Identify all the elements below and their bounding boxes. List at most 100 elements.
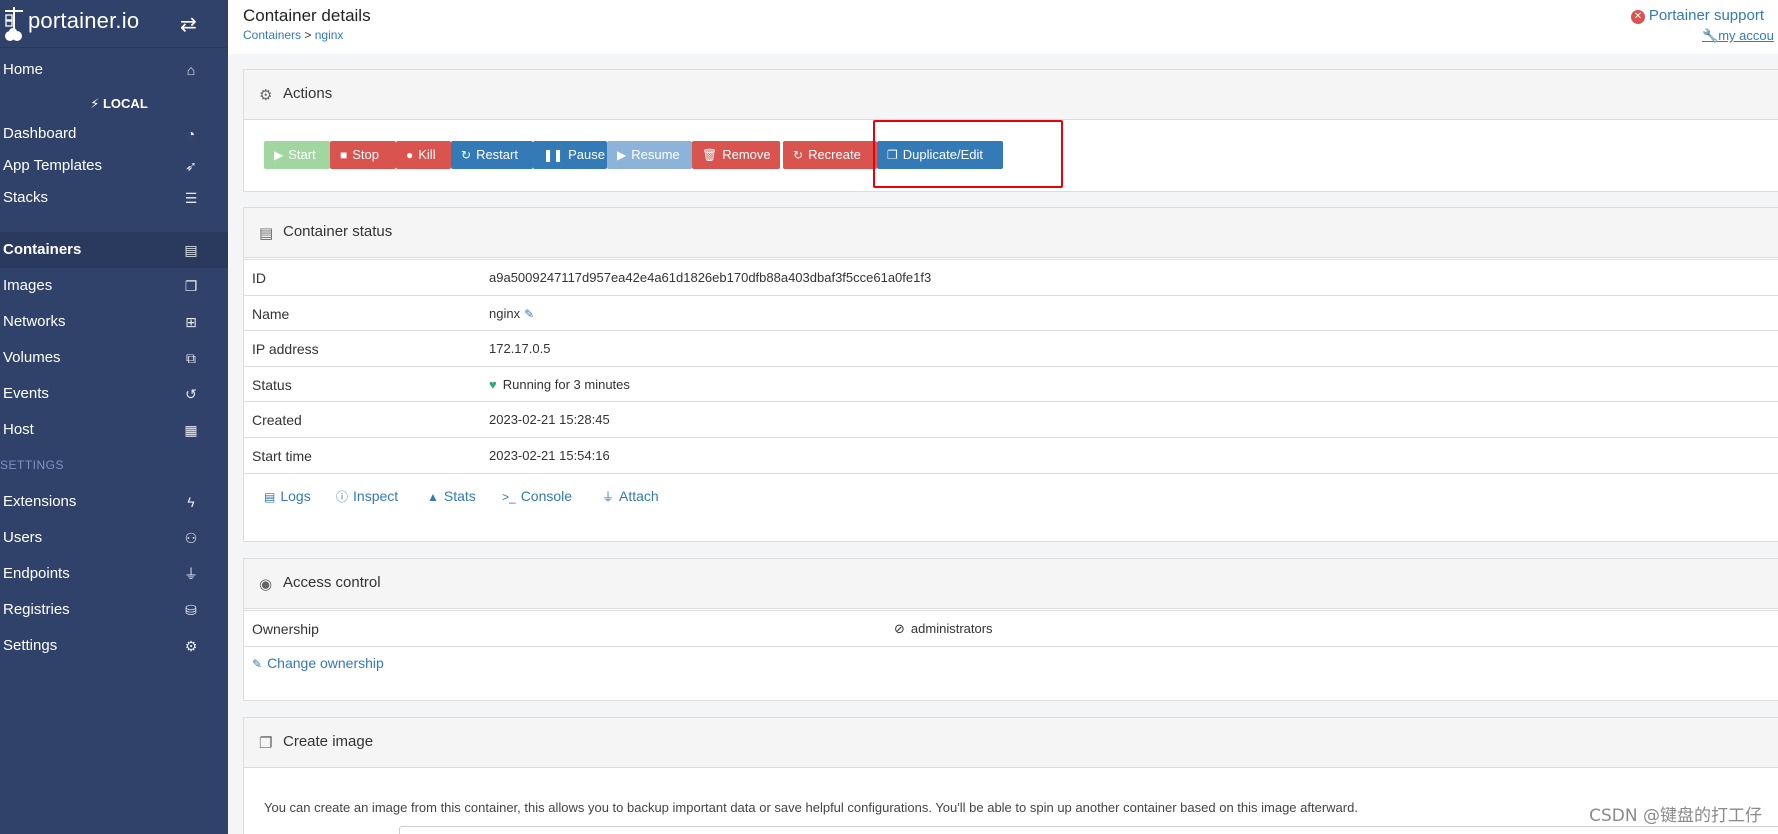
wrench-icon: 🔧 bbox=[1702, 28, 1719, 43]
sidebar-item-label: Extensions bbox=[3, 493, 77, 510]
sidebar-item-host[interactable]: Host ▦ bbox=[0, 412, 228, 448]
access-control-panel: ◉ Access control Ownership ⊘ administrato… bbox=[243, 558, 1778, 701]
sidebar-item-stacks[interactable]: Stacks ☰ bbox=[0, 180, 228, 216]
created-label: Created bbox=[252, 412, 302, 428]
edit-icon: ✎ bbox=[252, 657, 263, 671]
stop-button[interactable]: ■ Stop bbox=[330, 141, 396, 169]
kill-button[interactable]: ● Kill bbox=[396, 141, 451, 169]
settings-heading: SETTINGS bbox=[0, 458, 65, 472]
page-header: Container details Containers > nginx ✕ Po… bbox=[228, 0, 1778, 54]
cubes-icon: ⧉ bbox=[186, 350, 196, 366]
portainer-logo-icon bbox=[5, 7, 23, 41]
sidebar-item-label: Events bbox=[3, 385, 49, 402]
sidebar: portainer.io ⇄ Home ⌂ ⚡ LOCAL Dashboard … bbox=[0, 0, 228, 834]
plug-icon: ⚡ bbox=[90, 96, 100, 111]
breadcrumb-current[interactable]: nginx bbox=[315, 28, 344, 42]
clone-icon: ❐ bbox=[259, 735, 273, 752]
sidebar-item-settings[interactable]: Settings ⚙ bbox=[0, 628, 228, 664]
pause-button[interactable]: ❚❚ Pause bbox=[533, 141, 607, 169]
table-row: Start time 2023-02-21 15:54:16 bbox=[244, 437, 1778, 473]
create-image-panel: ❐ Create image You can create an image f… bbox=[243, 717, 1778, 834]
attach-link[interactable]: ⏚ Attach bbox=[602, 488, 659, 505]
table-row: Status ♥ Running for 3 minutes bbox=[244, 366, 1778, 402]
brand[interactable]: portainer.io ⇄ bbox=[0, 0, 228, 48]
created-value: 2023-02-21 15:28:45 bbox=[489, 412, 610, 427]
play-icon: ▶ bbox=[617, 148, 627, 162]
database-icon: ⛁ bbox=[185, 602, 197, 618]
sidebar-item-registries[interactable]: Registries ⛁ bbox=[0, 592, 228, 628]
create-image-panel-header: ❐ Create image bbox=[244, 718, 1778, 768]
th-list-icon: ☰ bbox=[184, 190, 198, 206]
recreate-button[interactable]: ↻ Recreate bbox=[783, 141, 877, 169]
rocket-icon: ➶ bbox=[185, 158, 197, 174]
name-value: nginx ✎ bbox=[489, 306, 535, 321]
table-row: Ownership ⊘ administrators bbox=[244, 610, 1778, 646]
my-account-link[interactable]: 🔧my accou bbox=[1702, 28, 1774, 44]
bomb-icon: ● bbox=[406, 148, 414, 162]
sidebar-item-home[interactable]: Home ⌂ bbox=[0, 52, 228, 88]
sidebar-item-containers[interactable]: Containers ▤ bbox=[0, 232, 228, 268]
breadcrumb-separator: > bbox=[304, 28, 312, 42]
sidebar-item-label: Dashboard bbox=[3, 125, 77, 142]
refresh-icon: ↻ bbox=[461, 148, 472, 162]
stop-icon: ■ bbox=[340, 148, 348, 162]
inspect-link[interactable]: ⓘ Inspect bbox=[336, 488, 398, 505]
sidebar-item-events[interactable]: Events ↺ bbox=[0, 376, 228, 412]
table-row: IP address 172.17.0.5 bbox=[244, 330, 1778, 366]
remove-button[interactable]: 🗑 Remove bbox=[692, 141, 780, 169]
sidebar-item-images[interactable]: Images ❐ bbox=[0, 268, 228, 304]
id-label: ID bbox=[252, 270, 266, 286]
sidebar-item-networks[interactable]: Networks ⊞ bbox=[0, 304, 228, 340]
home-icon: ⌂ bbox=[186, 62, 196, 78]
highlight-annotation bbox=[873, 120, 1063, 188]
file-text-icon: ▤ bbox=[264, 490, 276, 504]
console-link[interactable]: >_ Console bbox=[502, 488, 572, 504]
sidebar-item-label: Images bbox=[3, 277, 53, 294]
create-image-description: You can create an image from this contai… bbox=[264, 800, 1358, 815]
sidebar-item-users[interactable]: Users ⚇ bbox=[0, 520, 228, 556]
sidebar-item-endpoints[interactable]: Endpoints ⏚ bbox=[0, 556, 228, 592]
plug-icon: ⏚ bbox=[602, 490, 615, 504]
endpoint-label: ⚡ LOCAL bbox=[90, 96, 148, 111]
history-icon: ↺ bbox=[185, 386, 197, 402]
sidebar-toggle-icon[interactable]: ⇄ bbox=[180, 12, 197, 37]
breadcrumb-containers-link[interactable]: Containers bbox=[243, 28, 301, 42]
info-circle-icon: ⓘ bbox=[336, 490, 349, 504]
cogs-icon: ⚙ bbox=[184, 638, 198, 654]
watermark: CSDN @键盘的打工仔 bbox=[1589, 806, 1762, 826]
edit-icon[interactable]: ✎ bbox=[524, 307, 534, 321]
change-ownership-link[interactable]: ✎ Change ownership bbox=[252, 655, 384, 671]
sidebar-item-dashboard[interactable]: Dashboard ◔ bbox=[0, 116, 228, 152]
cogs-icon: ⚙ bbox=[259, 87, 273, 104]
start-button[interactable]: ▶ Start bbox=[264, 141, 330, 169]
clone-icon: ❐ bbox=[184, 278, 198, 294]
sidebar-item-label: Registries bbox=[3, 601, 70, 618]
status-panel-header: ▤ Container status bbox=[244, 208, 1778, 258]
start-time-value: 2023-02-21 15:54:16 bbox=[489, 448, 610, 463]
id-value: a9a5009247117d957ea42e4a61d1826eb170dfb8… bbox=[489, 270, 932, 285]
sidebar-item-label: Endpoints bbox=[3, 565, 70, 582]
ip-value: 172.17.0.5 bbox=[489, 341, 551, 356]
heartbeat-icon: ♥ bbox=[489, 377, 497, 392]
refresh-icon: ↻ bbox=[793, 148, 804, 162]
container-links-row: ▤ Logs ⓘ Inspect ▲ Stats >_ Console ⏚ Attach bbox=[244, 473, 1778, 543]
stats-link[interactable]: ▲ Stats bbox=[427, 488, 476, 504]
status-title: Container status bbox=[283, 223, 393, 240]
resume-button[interactable]: ▶ Resume bbox=[607, 141, 692, 169]
bolt-icon: ϟ bbox=[187, 494, 195, 510]
sidebar-item-label: App Templates bbox=[3, 157, 102, 174]
actions-title: Actions bbox=[283, 85, 333, 102]
sidebar-item-extensions[interactable]: Extensions ϟ bbox=[0, 484, 228, 520]
ownership-value: ⊘ administrators bbox=[894, 621, 993, 636]
sidebar-item-volumes[interactable]: Volumes ⧉ bbox=[0, 340, 228, 376]
sidebar-item-app-templates[interactable]: App Templates ➶ bbox=[0, 148, 228, 184]
terminal-icon: >_ bbox=[502, 490, 516, 504]
name-label: Name bbox=[252, 306, 290, 322]
sidebar-item-label: Users bbox=[3, 529, 43, 546]
support-link[interactable]: ✕ Portainer support bbox=[1630, 7, 1764, 24]
restart-button[interactable]: ↻ Restart bbox=[451, 141, 533, 169]
logs-link[interactable]: ▤ Logs bbox=[264, 488, 311, 504]
plug-icon: ⏚ bbox=[184, 566, 198, 582]
access-panel-header: ◉ Access control bbox=[244, 559, 1778, 609]
image-name-input[interactable] bbox=[399, 826, 1778, 834]
